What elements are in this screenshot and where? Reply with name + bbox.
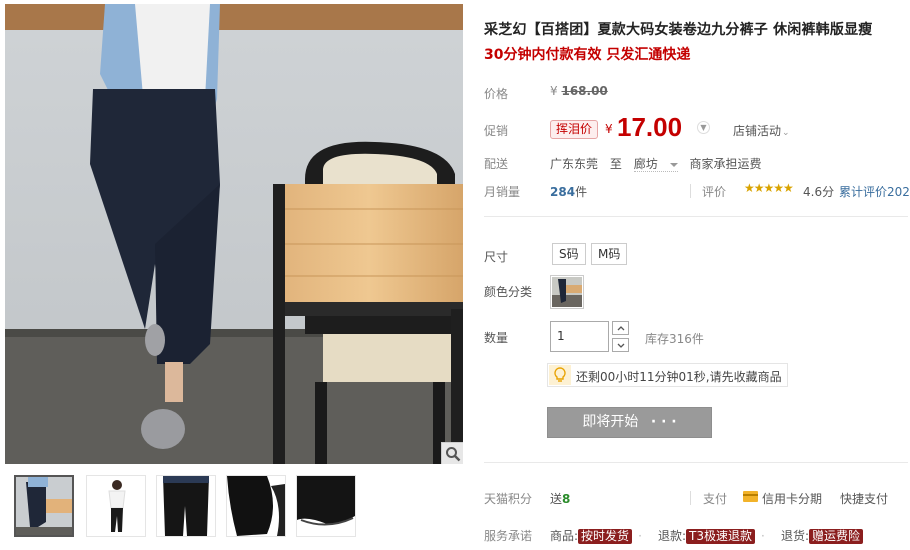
tmall-points-label: 天猫积分 [484,492,533,506]
promise-on-time[interactable]: 商品: 按时发货 · [550,527,642,544]
price-label: 价格 [484,87,509,101]
promo-label: 促销 [484,124,509,138]
rating-score: 4.6分 [803,185,835,199]
thumbnail-4[interactable] [226,475,286,537]
divider [690,184,691,198]
original-price-currency: ¥ [550,84,558,98]
size-option-s[interactable]: S码 [552,243,586,265]
original-price: ¥ 168.00 [550,84,608,98]
caret-down-icon [669,162,678,167]
promise-tag: 赠运费险 [809,529,864,544]
chevron-up-icon [617,325,624,330]
monthly-sales-count: 284 [550,185,576,199]
monthly-sales: 284件 [550,183,587,200]
product-subtitle: 30分钟内付款有效 只发汇通快递 [484,47,691,63]
color-label: 颜色分类 [484,285,533,299]
promise-tag: 按时发货 [578,529,633,544]
ship-to-word: 至 [609,157,622,171]
thumbnail-image [297,476,355,536]
promise-shipping-insurance[interactable]: 退货: 赠运费险 [781,527,864,544]
promise-prefix: 商品: [550,529,579,543]
quantity-label: 数量 [484,331,509,345]
size-option-m[interactable]: M码 [591,243,628,265]
credit-installment-link[interactable]: 信用卡分期 [762,490,822,507]
promo-price: 17.00 [617,112,683,142]
shipping-label: 配送 [484,157,509,171]
chevron-down-icon: ⌄ [782,128,790,138]
product-photo [5,4,463,464]
tmall-points: 送8 [550,490,570,507]
points-prefix: 送 [550,492,563,506]
thumbnail-image [16,477,72,535]
divider [690,491,691,505]
thumbnail-5[interactable] [296,475,356,537]
credit-card-icon [743,491,758,502]
separator-dot: · [761,529,765,543]
active-indicator [39,475,51,477]
promise-tag: T3极速退款 [686,529,756,544]
thumbnail-image [227,476,285,536]
thumbnail-strip [14,475,374,537]
thumbnail-1[interactable] [14,475,74,537]
color-option[interactable] [550,275,584,309]
countdown-text: 还剩00小时11分钟01秒,请先收藏商品 [576,370,782,384]
coming-soon-button[interactable]: 即将开始 · · · [547,407,712,438]
countdown-notice: 还剩00小时11分钟01秒,请先收藏商品 [547,363,788,387]
total-reviews-link[interactable]: 累计评价202 [839,183,910,200]
monthly-sales-label: 月销量 [484,185,521,199]
promise-fast-refund[interactable]: 退款: T3极速退款 · [658,527,765,544]
section-divider [484,216,908,217]
thumbnail-3[interactable] [156,475,216,537]
original-price-value: 168.00 [561,84,608,98]
thumbnail-2[interactable] [86,475,146,537]
rating-stars: ★★★★★ [744,181,794,195]
coming-soon-dots: · · · [650,414,677,430]
ship-from: 广东东莞 [550,157,599,171]
points-value: 8 [562,492,571,506]
destination-value: 廊坊 [633,157,658,171]
thumbnail-image [157,476,215,536]
shop-activity-label: 店铺活动 [733,124,782,138]
quantity-decrease-button[interactable] [612,338,629,352]
service-promise-label: 服务承诺 [484,529,533,543]
rating-label: 评价 [702,185,727,199]
separator-dot: · [638,529,642,543]
promo-tag: 挥泪价 [550,120,598,139]
product-title: 采芝幻【百搭团】夏款大码女装卷边九分裤子 休闲裤韩版显瘦 [484,22,873,38]
size-label: 尺寸 [484,250,509,264]
payment-label: 支付 [703,492,728,506]
main-product-image[interactable] [5,4,463,464]
chevron-down-icon: ▼ [700,123,707,132]
stock-count: 库存316件 [645,332,704,346]
shipping-fee-note: 商家承担运费 [689,157,762,171]
thumbnail-image [87,476,145,536]
destination-selector[interactable]: 廊坊 [633,157,678,172]
promise-prefix: 退款: [658,529,687,543]
promo-expand-button[interactable]: ▼ [697,121,710,134]
shipping-info: 广东东莞 至 廊坊 商家承担运费 [550,155,770,172]
promise-prefix: 退货: [781,529,810,543]
quantity-increase-button[interactable] [612,321,629,335]
chevron-down-icon [617,343,624,348]
quantity-input[interactable]: 1 [550,321,609,352]
monthly-sales-unit: 件 [575,185,588,199]
lightbulb-icon [549,365,571,385]
zoom-button[interactable] [441,442,463,464]
shop-activity-dropdown[interactable]: 店铺活动⌄ [733,122,790,139]
color-swatch-image [552,277,582,307]
section-divider [484,462,908,463]
quick-pay-link[interactable]: 快捷支付 [840,490,888,507]
promo-currency: ¥ [605,122,613,136]
magnifier-icon [445,446,460,461]
coming-soon-label: 即将开始 [582,414,639,430]
